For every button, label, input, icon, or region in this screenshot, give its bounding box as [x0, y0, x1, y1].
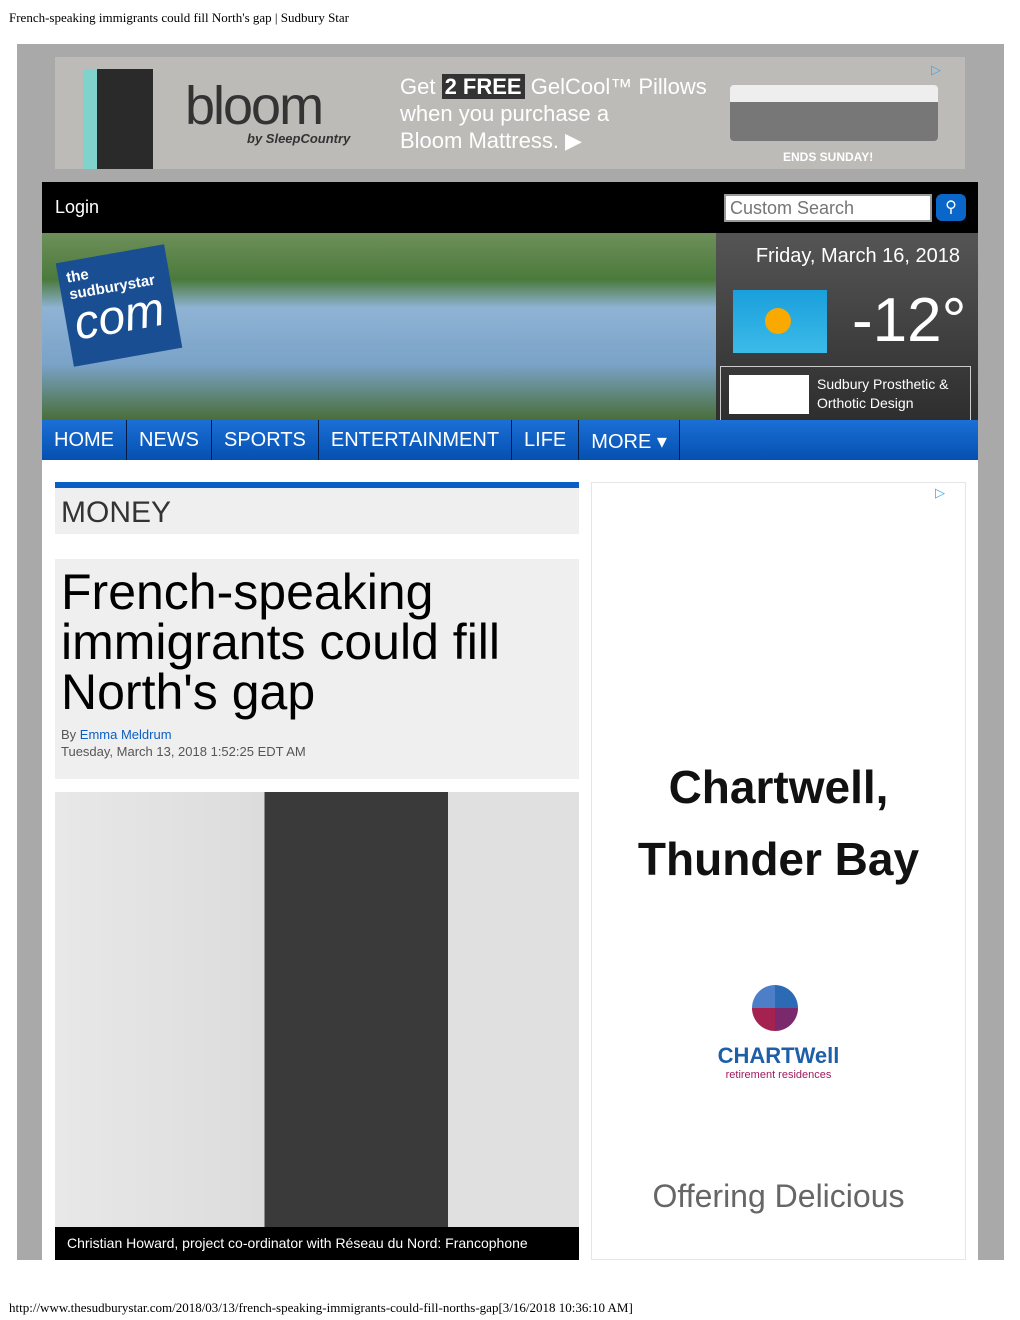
section-header: MONEY — [55, 482, 579, 534]
article-header: French-speaking immigrants could fill No… — [55, 559, 579, 779]
ad-title: Chartwell, Thunder Bay — [637, 761, 920, 885]
chartwell-logo-icon — [752, 985, 798, 1031]
lake-photo: the sudburystar com — [42, 233, 716, 420]
right-ad[interactable]: ▷ Chartwell, Thunder Bay CHARTWell retir… — [591, 482, 966, 1260]
sponsor-box[interactable]: Sudbury Prosthetic & Orthotic Design — [720, 366, 971, 420]
byline: By Emma Meldrum — [61, 727, 172, 742]
article-photo — [55, 792, 579, 1260]
mattress-box-image — [83, 69, 153, 169]
ad-copy: Get 2 FREE GelCool™ Pillows when you pur… — [400, 74, 707, 153]
site: Login ⚲ the sudburystarcom Friday, March… — [42, 182, 978, 1260]
top-bar: Login ⚲ — [42, 182, 978, 233]
top-ad-banner[interactable]: bloom by SleepCountry Get 2 FREE GelCool… — [55, 57, 965, 169]
nav-sports[interactable]: SPORTS — [212, 420, 319, 460]
nav-life[interactable]: LIFE — [512, 420, 580, 460]
partly-sunny-icon — [733, 290, 827, 353]
footprint-icon — [729, 375, 809, 414]
author-link[interactable]: Emma Meldrum — [80, 727, 172, 742]
weather-panel: Friday, March 16, 2018 -12° Sudbury Pros… — [716, 233, 978, 420]
nav-entertainment[interactable]: ENTERTAINMENT — [319, 420, 513, 460]
header-banner: the sudburystar com Friday, March 16, 201… — [42, 233, 978, 420]
ad-brand-by: by SleepCountry — [247, 131, 351, 146]
timestamp: Tuesday, March 13, 2018 1:52:25 EDT AM — [61, 744, 306, 759]
ad-brand: CHARTWell — [717, 1043, 840, 1068]
ad-brand-sub: retirement residences — [725, 1069, 832, 1081]
ad-tagline: Offering Delicious — [652, 1178, 905, 1214]
photo-caption: Christian Howard, project co-ordinator w… — [55, 1227, 579, 1260]
current-date: Friday, March 16, 2018 — [755, 245, 960, 267]
adchoices-icon[interactable]: ▷ — [935, 485, 945, 501]
temperature: -12° — [852, 286, 967, 355]
mattress-image — [730, 85, 938, 141]
page-title: French-speaking immigrants could fill No… — [9, 10, 350, 25]
search-button[interactable]: ⚲ — [936, 194, 966, 221]
search-icon: ⚲ — [945, 199, 957, 216]
ad-ends: ENDS SUNDAY! — [783, 150, 874, 164]
nav-home[interactable]: HOME — [42, 420, 127, 460]
site-logo[interactable]: the sudburystar com — [55, 244, 183, 367]
ad-brand: bloom — [185, 76, 324, 136]
search-input[interactable] — [724, 194, 932, 222]
nav-more[interactable]: MORE ▾ — [579, 420, 680, 460]
article-title: French-speaking immigrants could fill No… — [61, 564, 501, 720]
main-nav: HOME NEWS SPORTS ENTERTAINMENT LIFE MORE… — [42, 420, 978, 460]
nav-news[interactable]: NEWS — [127, 420, 212, 460]
adchoices-icon[interactable]: ▷ — [931, 62, 941, 78]
page-url: http://www.thesudburystar.com/2018/03/13… — [9, 1300, 633, 1315]
login-link[interactable]: Login — [55, 197, 99, 218]
